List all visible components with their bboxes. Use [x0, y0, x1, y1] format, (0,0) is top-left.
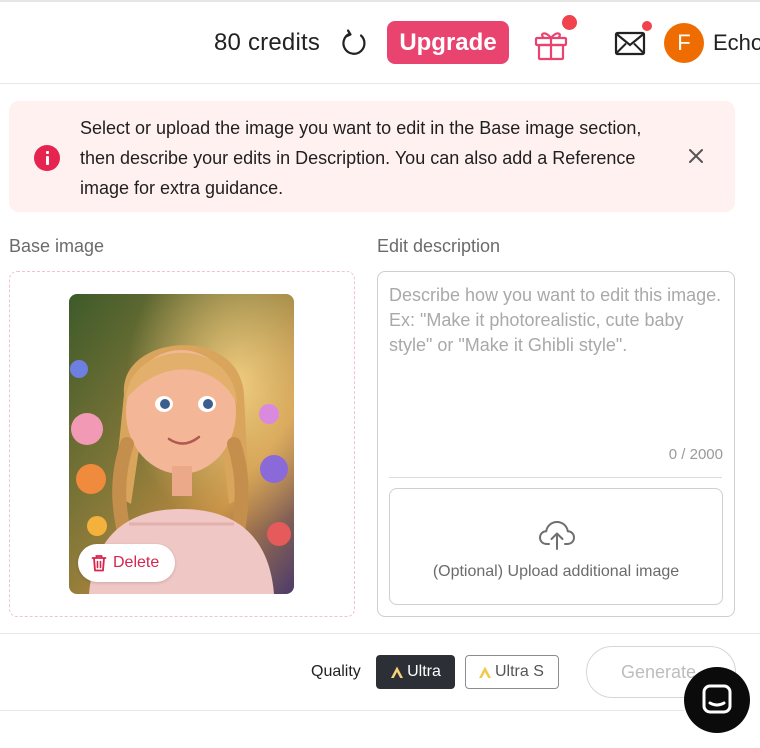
character-counter: 0 / 2000: [668, 446, 723, 463]
alert-text: Select or upload the image you want to e…: [80, 118, 642, 198]
edit-description-label: Edit description: [377, 236, 501, 256]
edit-description-input[interactable]: [389, 283, 727, 443]
delete-label: Delete: [113, 554, 160, 571]
quality-option-label: Ultra: [407, 663, 441, 680]
divider: [389, 477, 722, 478]
footer-divider: [0, 633, 760, 634]
header: 80 credits Upgrade F Echo: [0, 2, 760, 84]
username[interactable]: Echo: [713, 30, 760, 56]
refresh-icon[interactable]: [340, 28, 368, 58]
bottom-divider: [0, 710, 684, 711]
close-icon[interactable]: [685, 145, 707, 167]
upgrade-button[interactable]: Upgrade: [387, 21, 509, 64]
notification-badge: [562, 15, 577, 30]
gift-icon[interactable]: [533, 26, 569, 62]
upload-label: (Optional) Upload additional image: [432, 563, 680, 580]
cloud-upload-icon: [539, 521, 575, 550]
info-alert: Select or upload the image you want to e…: [9, 101, 735, 212]
quality-option-ultra-s[interactable]: Ultra S: [465, 655, 559, 689]
credits-count: 80 credits: [214, 29, 321, 56]
quality-option-ultra[interactable]: Ultra: [376, 655, 455, 689]
delete-button[interactable]: Delete: [78, 544, 175, 582]
notification-badge: [642, 21, 652, 31]
ultra-icon: [391, 666, 404, 678]
info-icon: [34, 145, 60, 171]
mail-icon[interactable]: [614, 31, 646, 57]
quality-option-label: Ultra S: [495, 663, 544, 680]
base-image-label: Base image: [9, 236, 105, 256]
chat-icon[interactable]: [684, 667, 750, 733]
quality-label: Quality: [311, 663, 361, 680]
ultra-icon: [479, 666, 491, 678]
upload-additional-image-button[interactable]: (Optional) Upload additional image: [389, 488, 723, 605]
avatar[interactable]: F: [664, 23, 704, 63]
trash-icon: [91, 555, 107, 572]
